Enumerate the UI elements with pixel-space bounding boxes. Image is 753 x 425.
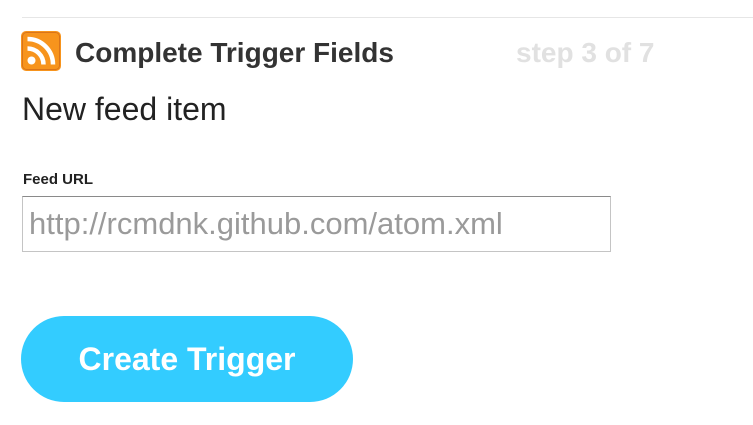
create-trigger-button[interactable]: Create Trigger [21, 316, 353, 402]
step-title: Complete Trigger Fields [75, 37, 394, 68]
step-header: Complete Trigger Fields step 3 of 7 [21, 31, 741, 71]
top-divider [22, 17, 753, 18]
feed-url-input[interactable] [22, 196, 611, 252]
trigger-name: New feed item [22, 91, 227, 127]
step-counter: step 3 of 7 [516, 37, 655, 68]
feed-url-label: Feed URL [23, 171, 94, 188]
rss-feed-icon [21, 31, 61, 71]
